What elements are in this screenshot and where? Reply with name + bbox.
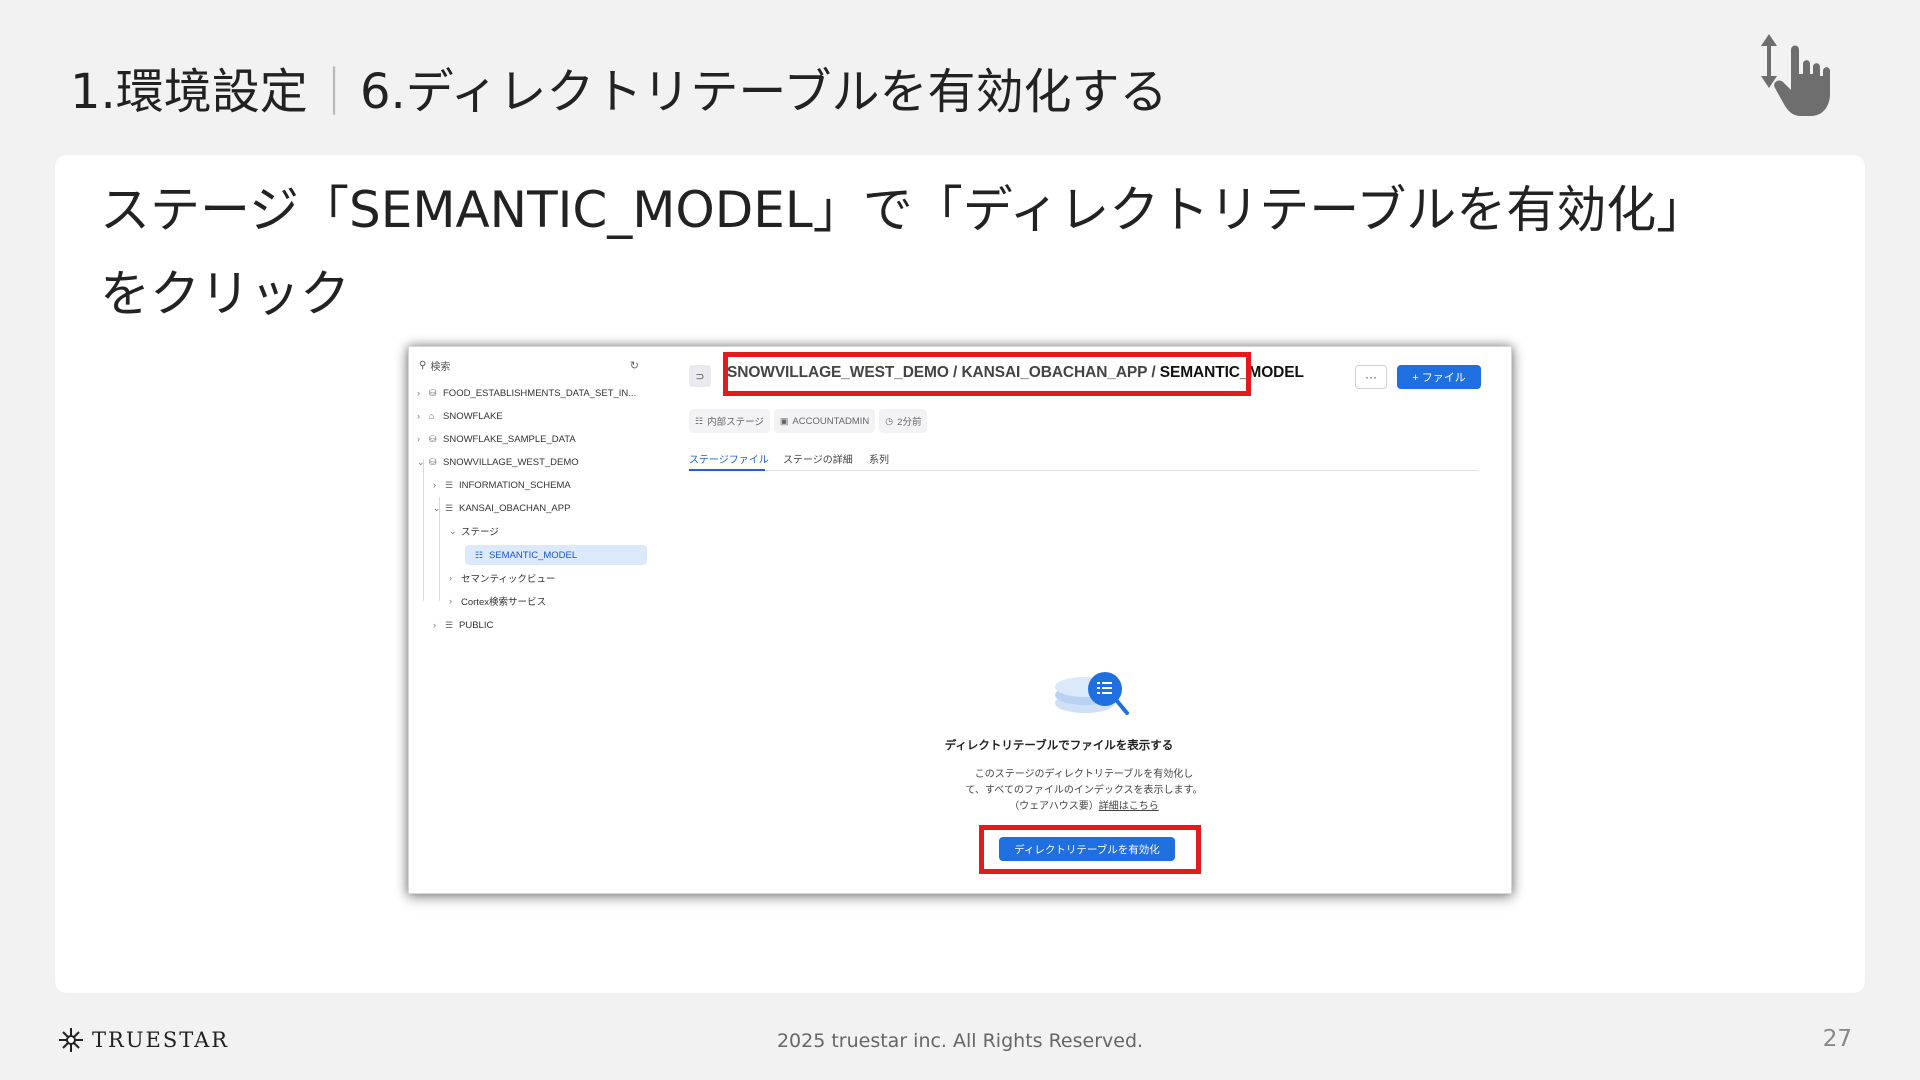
tree-item-semantic-model[interactable]: ☷ SEMANTIC_MODEL xyxy=(465,545,647,565)
schema-icon: ☰ xyxy=(445,502,454,513)
breadcrumb-highlight-box xyxy=(723,352,1251,396)
instruction-text: ステージ「SEMANTIC_MODEL」で「ディレクトリテーブルを有効化」 をク… xyxy=(100,168,1720,336)
sidebar-search[interactable]: ⚲ 検索 ↻ xyxy=(419,357,639,373)
search-input[interactable]: 検索 xyxy=(430,358,450,373)
database-icon: ⛁ xyxy=(429,456,437,467)
copyright: 2025 truestar inc. All Rights Reserved. xyxy=(776,1030,1144,1052)
tree-item-snowflake[interactable]: › ⌂ SNOWFLAKE xyxy=(417,406,503,426)
chevron-right-icon: › xyxy=(449,596,452,606)
owner-chip: ▣ ACCOUNTADMIN xyxy=(773,409,876,433)
tree-item-stages[interactable]: ⌄ ステージ xyxy=(449,521,499,541)
object-explorer-sidebar: ⚲ 検索 ↻ › ⛁ FOOD_ESTABLISHMENTS_DATA_SET_… xyxy=(409,347,649,893)
chevron-right-icon: › xyxy=(433,620,436,630)
slide-title: 1.環境設定 | 6.ディレクトリテーブルを有効化する xyxy=(70,52,1168,122)
refresh-icon[interactable]: ↻ xyxy=(630,359,639,372)
tree-item-semantic-views[interactable]: › セマンティックビュー xyxy=(449,568,555,588)
database-icon: ⛁ xyxy=(429,433,437,444)
chevron-right-icon: › xyxy=(417,388,420,398)
page-number: 27 xyxy=(1822,1026,1852,1052)
hand-pointer-icon xyxy=(1761,34,1830,116)
instruction-line-1: ステージ「SEMANTIC_MODEL」で「ディレクトリテーブルを有効化」 xyxy=(100,181,1707,239)
empty-state-description: このステージのディレクトリテーブルを有効化し て、すべてのファイルのインデックス… xyxy=(965,769,1203,812)
updated-time-chip: ◷ 2分前 xyxy=(879,409,928,433)
chevron-right-icon: › xyxy=(417,434,420,444)
stage-meta: ☷ 内部ステージ ▣ ACCOUNTADMIN ◷ 2分前 xyxy=(689,409,928,433)
stage-icon: ☷ xyxy=(475,549,484,560)
instruction-line-2: をクリック xyxy=(100,265,350,323)
database-icon: ⛁ xyxy=(429,387,437,398)
tab-lineage[interactable]: 系列 xyxy=(869,451,889,466)
tree-item-food-establishments[interactable]: › ⛁ FOOD_ESTABLISHMENTS_DATA_SET_IN... xyxy=(417,383,636,403)
tree-item-snowvillage-west-demo[interactable]: ⌄ ⛁ SNOWVILLAGE_WEST_DEMO xyxy=(417,452,579,472)
title-separator: | xyxy=(325,59,342,115)
tree-item-public[interactable]: › ☰ PUBLIC xyxy=(433,615,493,635)
tab-stage-files[interactable]: ステージファイル xyxy=(689,451,769,466)
search-icon: ⚲ xyxy=(419,359,427,371)
stage-icon: ☷ xyxy=(695,415,704,426)
embedded-screenshot: ⚲ 検索 ↻ › ⛁ FOOD_ESTABLISHMENTS_DATA_SET_… xyxy=(408,346,1512,894)
tree-item-information-schema[interactable]: › ☰ INFORMATION_SCHEMA xyxy=(433,475,571,495)
chevron-right-icon: › xyxy=(449,573,452,583)
tab-stage-details[interactable]: ステージの詳細 xyxy=(783,451,853,466)
section-title: 1.環境設定 xyxy=(70,64,308,120)
directory-table-illustration-icon xyxy=(1055,672,1129,715)
clock-icon: ◷ xyxy=(885,415,894,426)
tree-guide xyxy=(423,459,424,601)
step-title: 6.ディレクトリテーブルを有効化する xyxy=(359,64,1168,120)
stage-icon: ⊃ xyxy=(689,365,711,387)
chevron-right-icon: › xyxy=(417,411,420,421)
schema-icon: ☰ xyxy=(445,619,454,630)
tree-item-cortex-search[interactable]: › Cortex検索サービス xyxy=(449,591,546,611)
schema-icon: ☰ xyxy=(445,479,454,490)
enable-button-highlight-box xyxy=(979,825,1201,874)
chevron-down-icon: ⌄ xyxy=(433,502,441,513)
stage-type-chip: ☷ 内部ステージ xyxy=(689,409,770,433)
chevron-down-icon: ⌄ xyxy=(449,525,457,536)
active-tab-indicator xyxy=(689,469,765,471)
chevron-right-icon: › xyxy=(433,480,436,490)
tree-item-kansai-obachan-app[interactable]: ⌄ ☰ KANSAI_OBACHAN_APP xyxy=(433,498,570,518)
chevron-down-icon: ⌄ xyxy=(417,456,425,467)
add-file-button[interactable]: + ファイル xyxy=(1397,365,1481,389)
stage-tabs: ステージファイル ステージの詳細 系列 xyxy=(689,445,1479,471)
snowflake-icon: ⌂ xyxy=(429,411,435,421)
more-options-button[interactable]: ··· xyxy=(1355,365,1387,389)
details-link[interactable]: 詳細はこちら xyxy=(1099,801,1159,812)
empty-state-title: ディレクトリテーブルでファイルを表示する xyxy=(944,740,1174,752)
role-icon: ▣ xyxy=(779,415,789,426)
tree-item-snowflake-sample-data[interactable]: › ⛁ SNOWFLAKE_SAMPLE_DATA xyxy=(417,429,576,449)
